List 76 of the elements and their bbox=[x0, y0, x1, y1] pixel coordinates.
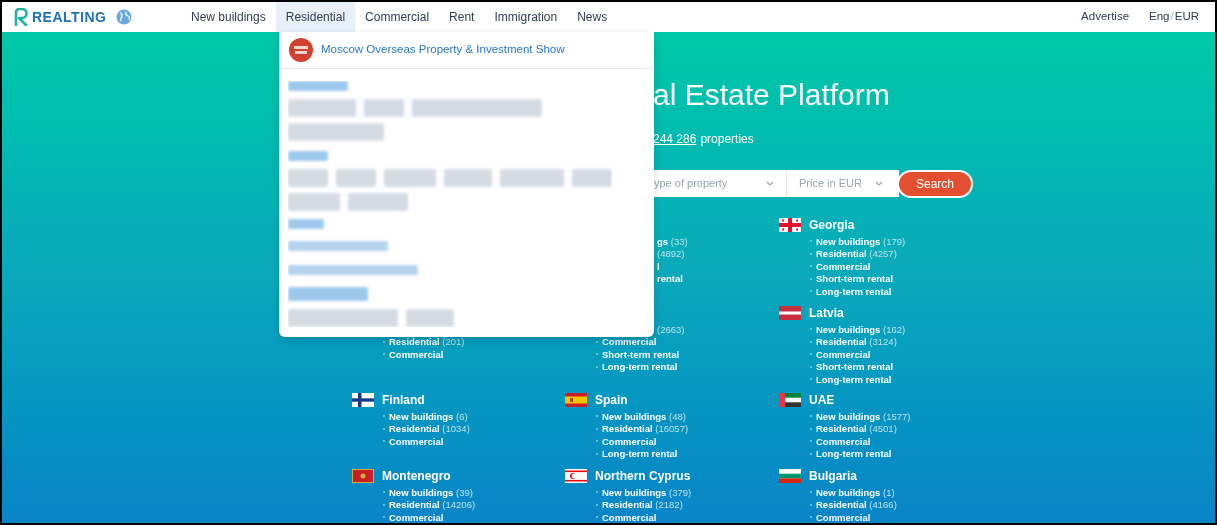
category-link[interactable]: New buildings (162) bbox=[816, 324, 906, 334]
category-link[interactable]: Commercial bbox=[816, 436, 871, 446]
category-link[interactable]: Commercial bbox=[602, 337, 657, 347]
nav-tab[interactable]: Rent bbox=[439, 2, 485, 32]
category-link[interactable]: rental bbox=[657, 274, 683, 284]
category-link[interactable]: New buildings (179) bbox=[816, 236, 906, 246]
category-link[interactable]: Commercial bbox=[389, 436, 444, 446]
search-button[interactable]: Search bbox=[897, 169, 973, 198]
logo-icon bbox=[13, 8, 29, 26]
category-link[interactable]: Long-term rental bbox=[816, 449, 892, 459]
event-logo-icon bbox=[289, 38, 313, 62]
category-link[interactable]: Long-term rental bbox=[602, 362, 678, 372]
category-link[interactable]: Commercial bbox=[602, 436, 657, 446]
country-heading[interactable]: Bulgaria bbox=[809, 470, 857, 482]
flag-icon bbox=[779, 306, 801, 320]
category-link[interactable]: Residential (4257) bbox=[816, 249, 897, 259]
price-select[interactable]: Price in EUR bbox=[787, 170, 899, 197]
nav-tab[interactable]: New buildings bbox=[181, 2, 276, 32]
category-link[interactable]: Short-term rental bbox=[816, 362, 894, 372]
nav-tab[interactable]: News bbox=[567, 2, 618, 32]
property-count-link[interactable]: 244 286 bbox=[653, 130, 697, 148]
category-link[interactable]: Residential (201) bbox=[389, 337, 465, 347]
language-currency-link[interactable]: Eng/EUR bbox=[1149, 8, 1199, 26]
event-link[interactable]: Moscow Overseas Property & Investment Show bbox=[321, 41, 565, 59]
category-link[interactable]: l bbox=[657, 261, 660, 271]
flag-icon bbox=[779, 393, 801, 407]
country-heading[interactable]: Northern Cyprus bbox=[595, 470, 691, 482]
category-link[interactable]: New buildings (379) bbox=[602, 487, 692, 497]
property-count-label: properties bbox=[700, 131, 754, 148]
category-link[interactable]: Long-term rental bbox=[602, 449, 678, 459]
category-link[interactable]: Residential (16057) bbox=[602, 424, 689, 434]
flag-icon bbox=[565, 469, 587, 483]
category-link[interactable]: Residential (2182) bbox=[602, 500, 683, 510]
category-link[interactable]: gs (33) bbox=[657, 236, 688, 246]
category-link[interactable]: Commercial bbox=[389, 349, 444, 359]
category-link[interactable]: Residential (4166) bbox=[816, 500, 897, 510]
category-link[interactable]: Short-term rental bbox=[816, 274, 894, 284]
category-link[interactable]: New buildings (1577) bbox=[816, 411, 911, 421]
chevron-down-icon bbox=[766, 181, 774, 186]
category-link[interactable]: (2663) bbox=[657, 324, 685, 334]
country-heading[interactable]: Spain bbox=[595, 394, 628, 406]
category-link[interactable]: Commercial bbox=[816, 512, 871, 522]
category-link[interactable]: New buildings (6) bbox=[389, 411, 468, 421]
globe-icon[interactable] bbox=[115, 9, 132, 25]
flag-icon bbox=[779, 218, 801, 232]
category-link[interactable]: Residential (4501) bbox=[816, 424, 897, 434]
country-heading[interactable]: UAE bbox=[809, 394, 835, 406]
country-heading[interactable]: Georgia bbox=[809, 219, 855, 231]
category-link[interactable]: Commercial bbox=[389, 512, 444, 522]
category-link[interactable]: Residential (14206) bbox=[389, 500, 476, 510]
category-link[interactable]: Commercial bbox=[816, 261, 871, 271]
flag-icon bbox=[565, 393, 587, 407]
logo-text[interactable]: REALTING bbox=[32, 6, 107, 28]
category-link[interactable]: Short-term rental bbox=[602, 349, 680, 359]
nav-tab[interactable]: Residential bbox=[275, 2, 356, 32]
flag-icon bbox=[352, 393, 374, 407]
chevron-down-icon bbox=[874, 181, 883, 186]
nav-link[interactable]: Advertise bbox=[1081, 8, 1130, 26]
country-heading[interactable]: Latvia bbox=[809, 307, 844, 319]
category-link[interactable]: New buildings (39) bbox=[389, 487, 473, 497]
category-link[interactable]: New buildings (48) bbox=[602, 411, 686, 421]
category-link[interactable]: Residential (3124) bbox=[816, 337, 897, 347]
nav-tab[interactable]: Commercial bbox=[355, 2, 440, 32]
category-link[interactable]: New buildings (1) bbox=[816, 487, 895, 497]
category-link[interactable]: Commercial bbox=[816, 349, 871, 359]
nav-tab[interactable]: Immigration bbox=[484, 2, 568, 32]
country-heading[interactable]: Montenegro bbox=[382, 470, 451, 482]
country-heading[interactable]: Finland bbox=[382, 394, 425, 406]
category-link[interactable]: Long-term rental bbox=[816, 374, 892, 384]
flag-icon bbox=[352, 469, 374, 483]
flag-icon bbox=[779, 469, 801, 483]
category-link[interactable]: (4892) bbox=[657, 249, 685, 259]
category-link[interactable]: Commercial bbox=[602, 512, 657, 522]
category-link[interactable]: Long-term rental bbox=[816, 286, 892, 296]
hero-title: al Estate Platform bbox=[653, 77, 890, 113]
category-link[interactable]: Residential (1034) bbox=[389, 424, 470, 434]
